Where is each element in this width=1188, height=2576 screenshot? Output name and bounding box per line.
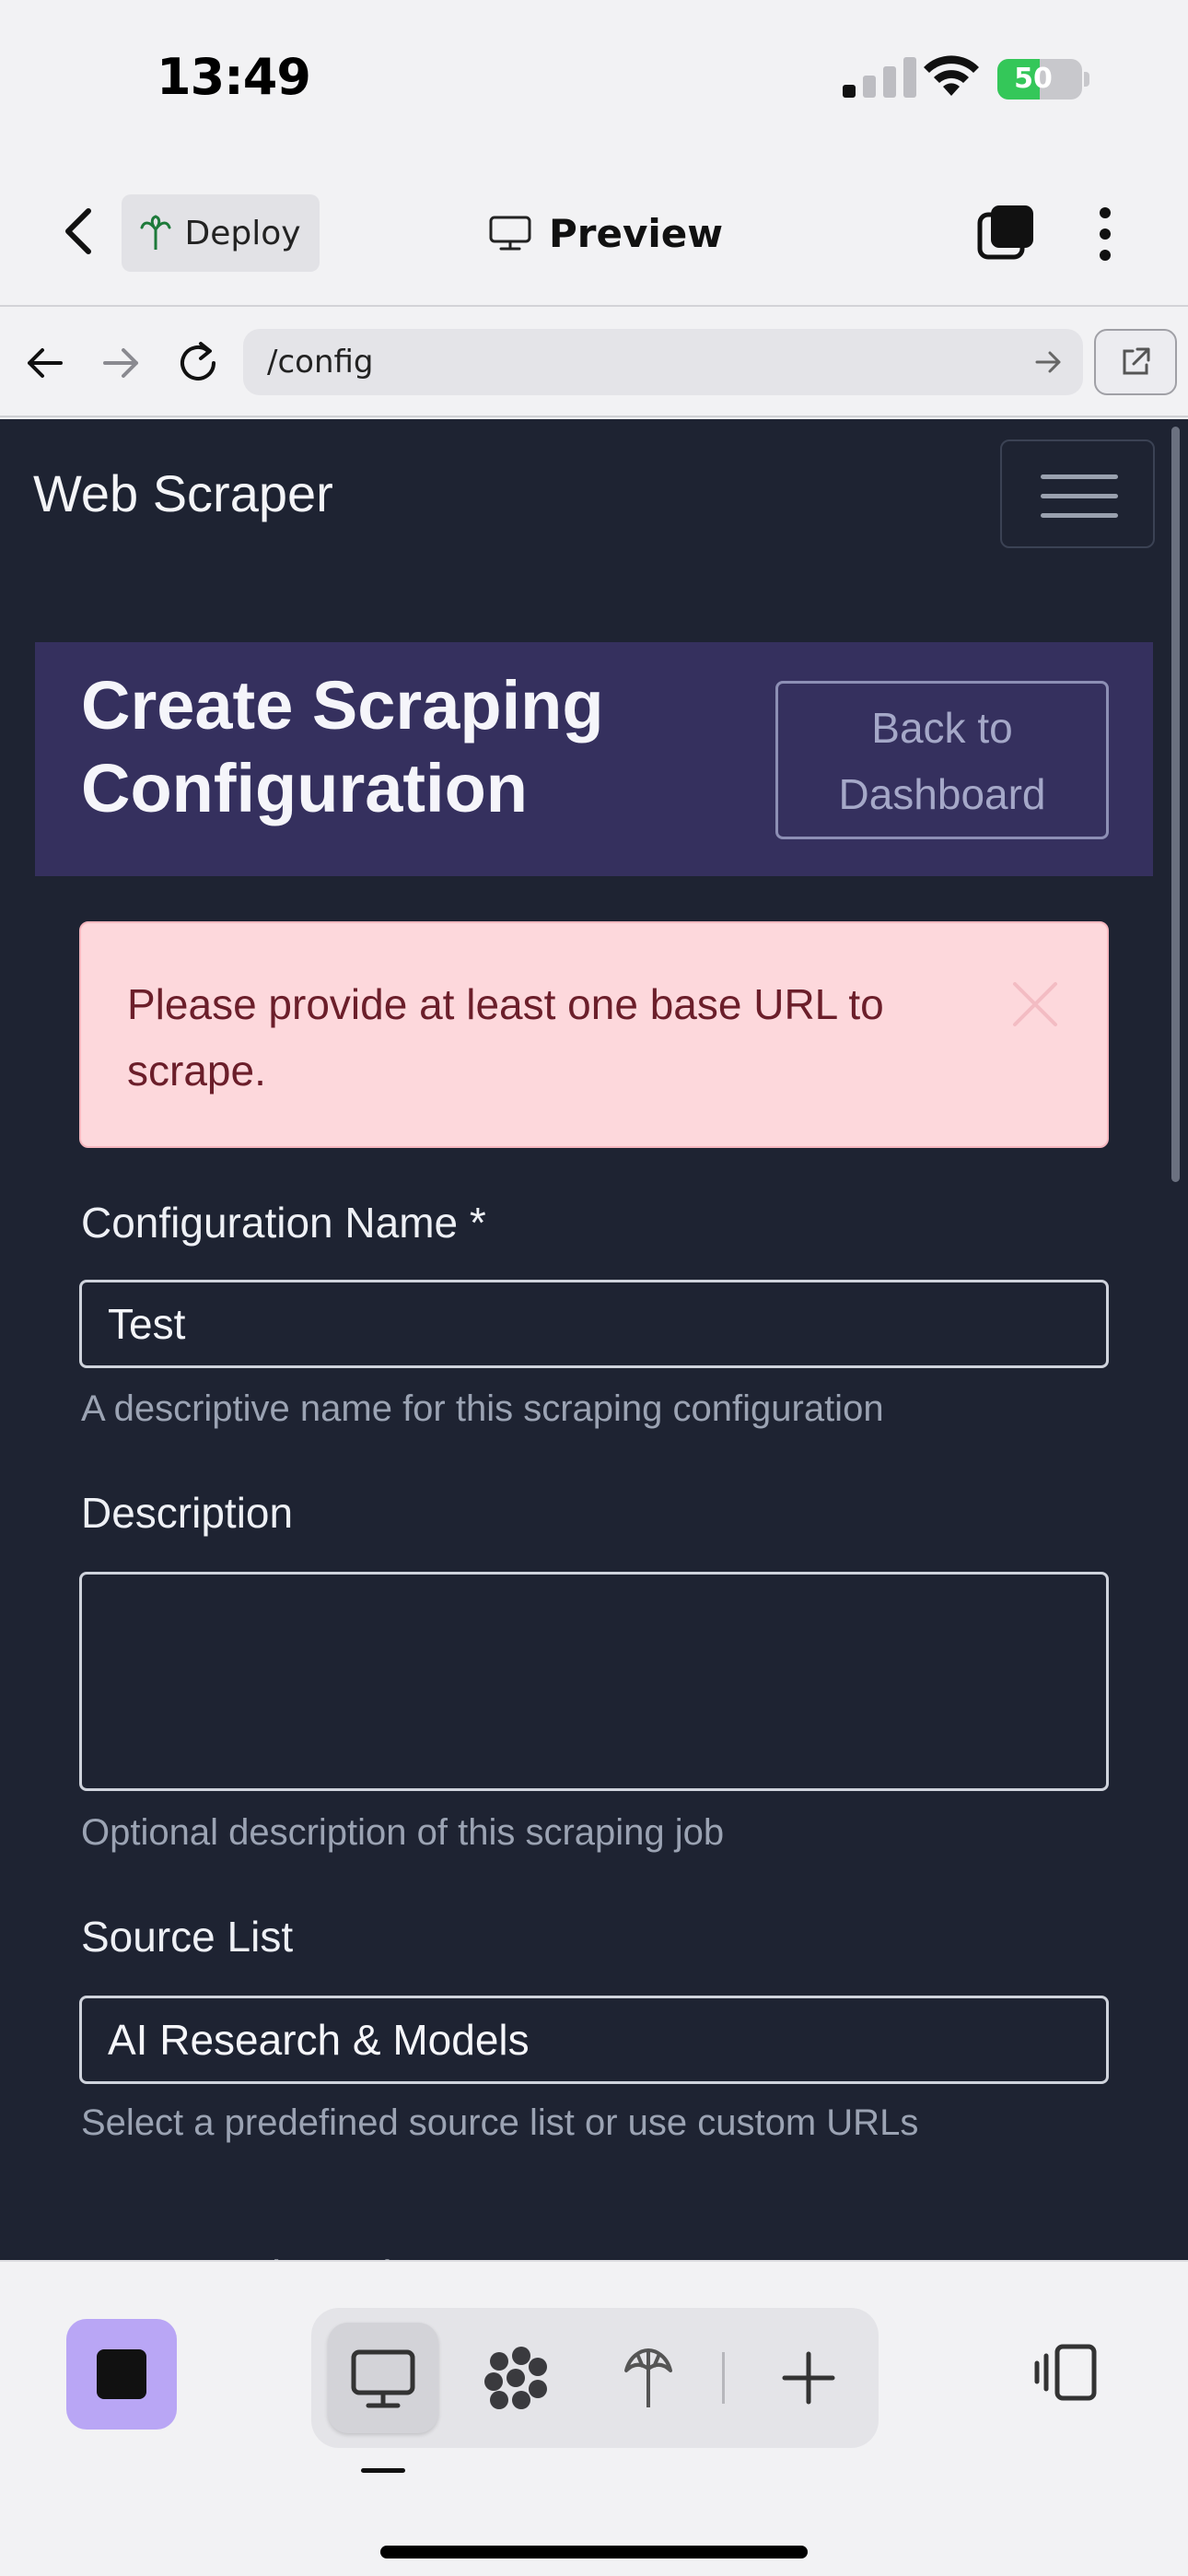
app-header: Deploy Preview	[0, 161, 1188, 307]
add-button[interactable]	[753, 2323, 864, 2433]
source-list-select[interactable]: AI Research & Models	[79, 1996, 1109, 2084]
view-switcher	[311, 2308, 879, 2448]
description-label: Description	[81, 1489, 294, 1537]
source-list-hint: Select a predefined source list or use c…	[81, 2102, 919, 2143]
monitor-icon	[351, 2349, 415, 2408]
description-textarea[interactable]	[79, 1572, 1109, 1791]
battery-icon: 50	[997, 59, 1082, 100]
url-text: /config	[267, 344, 374, 381]
status-time: 13:49	[157, 48, 311, 106]
status-bar: 13:49 50	[0, 0, 1188, 161]
alert-message: Please provide at least one base URL to …	[127, 980, 884, 1095]
config-name-value: Test	[108, 1300, 186, 1348]
arrow-left-icon[interactable]	[18, 336, 72, 390]
tab-deploy[interactable]	[593, 2323, 704, 2433]
page-title: Create Scraping Configuration	[81, 667, 604, 826]
stop-icon	[97, 2349, 146, 2399]
bottom-toolbar	[0, 2260, 1188, 2576]
palm-tree-icon	[624, 2348, 672, 2407]
reload-icon[interactable]	[171, 336, 225, 390]
scrollbar[interactable]	[1171, 427, 1180, 1182]
navbar-brand[interactable]: Web Scraper	[33, 463, 333, 523]
tab-preview[interactable]	[328, 2323, 438, 2433]
config-name-label: Configuration Name *	[81, 1199, 486, 1247]
arrow-right-icon[interactable]	[1031, 345, 1065, 379]
description-hint: Optional description of this scraping jo…	[81, 1812, 725, 1853]
web-content: Web Scraper Create Scraping Configuratio…	[0, 419, 1188, 2260]
deploy-button[interactable]: Deploy	[122, 194, 320, 272]
back-to-dashboard-button[interactable]: Back to Dashboard	[775, 681, 1109, 839]
wifi-icon	[924, 55, 979, 96]
deploy-label: Deploy	[184, 214, 301, 252]
home-indicator	[380, 2546, 808, 2558]
divider	[722, 2352, 725, 2404]
more-vertical-icon[interactable]	[1087, 204, 1124, 264]
open-external-button[interactable]	[1094, 329, 1177, 395]
monitor-icon	[489, 216, 531, 251]
config-name-input[interactable]: Test	[79, 1280, 1109, 1368]
device-toggle-icon[interactable]	[1030, 2336, 1103, 2409]
cellular-signal-icon	[843, 57, 926, 98]
preview-tab[interactable]: Preview	[488, 198, 723, 268]
tabs-icon[interactable]	[976, 204, 1037, 264]
battery-tip	[1084, 72, 1089, 87]
config-name-hint: A descriptive name for this scraping con…	[81, 1388, 884, 1429]
url-field[interactable]: /config	[243, 329, 1083, 395]
arrow-right-icon[interactable]	[94, 336, 147, 390]
navbar-toggle-button[interactable]	[1000, 439, 1155, 548]
external-link-icon	[1123, 347, 1150, 375]
close-icon[interactable]	[1007, 977, 1063, 1032]
palm-tree-icon	[140, 215, 171, 250]
card-header: Create Scraping Configuration Back to Da…	[35, 642, 1153, 876]
preview-label: Preview	[549, 210, 724, 256]
plus-icon	[782, 2351, 835, 2405]
error-alert: Please provide at least one base URL to …	[79, 921, 1109, 1148]
max-crawl-depth-label: Max Crawl Depth	[81, 2251, 406, 2260]
grid-icon	[484, 2347, 547, 2409]
source-list-value: AI Research & Models	[108, 2016, 530, 2064]
chevron-left-icon[interactable]	[55, 204, 103, 259]
source-list-label: Source List	[81, 1913, 294, 1961]
active-tab-indicator	[361, 2468, 405, 2473]
stop-button[interactable]	[66, 2319, 177, 2430]
tab-canvas[interactable]	[460, 2323, 571, 2433]
browser-bar: /config	[0, 309, 1188, 417]
battery-percentage: 50	[1014, 63, 1053, 95]
